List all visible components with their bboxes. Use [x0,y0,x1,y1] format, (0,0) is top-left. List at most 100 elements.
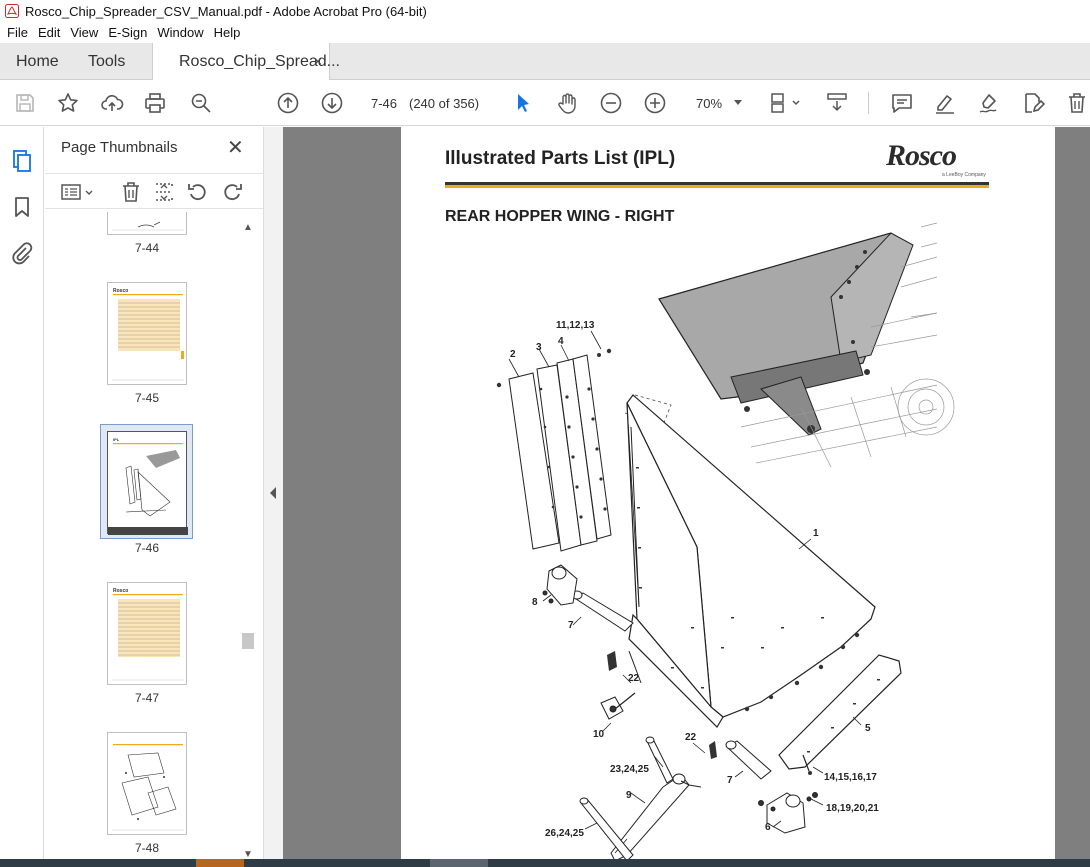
fill-sign-icon[interactable] [977,91,1001,115]
print-icon[interactable] [143,91,167,115]
thumbnail-label: 7-45 [134,391,160,405]
callout-label: 26,24,25 [545,828,584,839]
main-toolbar: (240 of 356) 70% [0,80,1090,126]
callout-label: 22 [628,673,640,684]
pivot-part [600,692,636,720]
svg-text:IPL: IPL [113,437,120,442]
wing-panel [626,394,876,728]
bookmark-icon[interactable] [10,195,34,219]
callout-label: 9 [626,790,632,801]
delete-icon[interactable] [1065,91,1089,115]
svg-text:Rosco: Rosco [113,588,128,594]
thumbnail-page-current[interactable]: IPL [107,431,188,535]
hinge-bracket [542,564,578,606]
thumbnail-label: 7-47 [134,691,160,705]
attachment-icon[interactable] [10,241,34,265]
previous-page-icon[interactable] [276,91,300,115]
scrollbar-thumb[interactable] [242,633,254,649]
comment-icon[interactable] [890,91,914,115]
callout-label: 22 [685,732,697,743]
acrobat-app-icon [5,4,19,18]
title-bar: Rosco_Chip_Spreader_CSV_Manual.pdf - Ado… [0,0,1090,22]
zoom-level-dropdown[interactable]: 70% [689,94,747,114]
tab-tools[interactable]: Tools [88,43,125,80]
zoom-search-icon[interactable] [189,91,213,115]
menu-help[interactable]: Help [214,25,241,40]
callout-label: 14,15,16,17 [824,772,877,783]
callout-label: 2 [510,349,516,360]
edit-pdf-icon[interactable] [1021,91,1046,115]
callout-label: 7 [568,620,574,631]
scroll-mode-icon[interactable] [825,91,849,115]
thumbnail-page[interactable] [107,732,187,835]
menu-view[interactable]: View [70,25,98,40]
zoom-level-value: 70% [696,96,723,111]
thumbnail-label: 7-46 [134,541,160,555]
zoom-in-icon[interactable] [643,91,667,115]
taskbar-item[interactable] [430,859,488,867]
page-thumbnails-icon[interactable] [10,149,34,173]
delete-page-icon[interactable] [119,180,143,204]
thumbnail-list: 7-44 Rosco 7-45 IPL 7-46 Rosco 7-47 7-48 [45,212,263,867]
callout-label: 11,12,13 [556,320,595,331]
page-count: (240 of 356) [409,96,480,111]
thumbnail-options-icon[interactable] [59,180,97,204]
menu-esign[interactable]: E-Sign [108,25,147,40]
pdf-page: Illustrated Parts List (IPL) Rosco a Lee… [401,127,1055,859]
close-panel-icon[interactable]: ✕ [227,135,244,160]
thumbnail-page[interactable]: Rosco [107,582,187,685]
callout-label: 8 [532,597,538,608]
toolbar-divider [868,92,869,114]
thumbnail-page[interactable] [107,212,187,235]
side-panels [508,354,612,552]
callout-label: 3 [536,342,542,353]
callout-label: 23,24,25 [610,764,649,775]
scroll-up-icon[interactable]: ▲ [243,222,253,233]
callout-label: 1 [813,528,819,539]
tab-home[interactable]: Home [16,43,59,80]
tab-bar: Home Tools Rosco_Chip_Spread... × [0,43,1090,80]
collapse-left-icon [270,487,276,499]
fit-page-icon[interactable] [769,91,803,115]
menu-bar: File Edit View E-Sign Window Help [0,22,1090,43]
callout-label: 7 [727,775,733,786]
rotate-left-icon[interactable] [186,180,210,204]
menu-edit[interactable]: Edit [38,25,60,40]
taskbar-strip [0,859,1090,867]
hopper-assembly [658,222,955,468]
thumbnail-page[interactable]: Rosco [107,282,187,385]
bookmark-star-icon[interactable] [56,91,80,115]
taskbar-item[interactable] [196,859,244,867]
parts-diagram [496,222,955,859]
save-icon[interactable] [13,91,37,115]
select-cursor-icon[interactable] [511,91,535,115]
panel-collapse-handle[interactable] [263,127,283,867]
tab-document[interactable]: Rosco_Chip_Spread... × [152,43,340,80]
extract-page-icon[interactable] [152,180,176,204]
callout-label: 5 [865,723,871,734]
svg-text:Rosco: Rosco [113,288,128,294]
hand-tool-icon[interactable] [555,91,579,115]
chevron-down-icon [734,100,742,105]
callout-label: 18,19,20,21 [826,803,879,814]
zoom-out-icon[interactable] [599,91,623,115]
callout-label: 4 [558,336,564,347]
highlight-pen-icon[interactable] [933,91,957,115]
menu-window[interactable]: Window [157,25,203,40]
page-thumbnails-panel: Page Thumbnails ✕ 7-44 Rosco 7-45 IPL 7-… [45,127,263,867]
document-viewport[interactable]: Illustrated Parts List (IPL) Rosco a Lee… [283,127,1090,859]
rotate-right-icon[interactable] [220,180,244,204]
tab-close-icon[interactable]: × [314,53,322,69]
thumbnail-toolbar [45,173,263,209]
upload-cloud-icon[interactable] [100,91,124,115]
page-number-input[interactable] [364,92,404,114]
window-title: Rosco_Chip_Spreader_CSV_Manual.pdf - Ado… [25,3,427,19]
thumbnail-label: 7-44 [134,241,160,255]
next-page-icon[interactable] [320,91,344,115]
thumbnail-label: 7-48 [134,841,160,855]
menu-file[interactable]: File [7,25,28,40]
thumbnail-scrollbar[interactable]: ▲ ▼ [241,222,255,860]
navigation-rail [0,127,44,867]
callout-label: 10 [593,729,605,740]
panel-title: Page Thumbnails [61,139,178,156]
